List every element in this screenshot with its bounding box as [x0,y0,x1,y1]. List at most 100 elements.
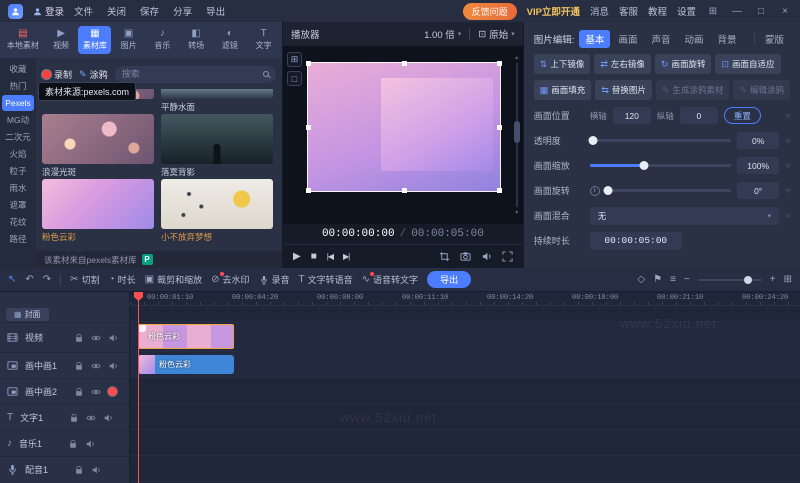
layout-icon[interactable]: ⊞ [706,6,720,17]
speed-select[interactable]: 1.00 倍 ▾ [424,27,461,41]
speech-to-text-button[interactable]: ∿语音转文字 [362,273,418,286]
music1-track-lane[interactable] [130,430,800,456]
messages-button[interactable]: 消息 [590,4,609,18]
track-header-pip1[interactable]: 画中画1 [0,352,129,378]
resize-handle[interactable] [306,125,311,130]
play-button[interactable]: ▶ [293,251,301,262]
resize-handle[interactable] [497,188,502,193]
lock-icon[interactable] [69,413,79,423]
resize-handle[interactable] [306,188,311,193]
track-header-voice1[interactable]: 配音1 [0,456,129,482]
opacity-value[interactable]: 0% [737,132,779,149]
keyframe-icon[interactable]: ◇ [637,274,645,285]
resize-handle[interactable] [306,61,311,66]
tab-picture[interactable]: 画面 [612,30,643,48]
cat-flame[interactable]: 火焰 [2,146,34,162]
track-header-text1[interactable]: T 文字1 [0,404,129,430]
lock-icon[interactable] [74,465,84,475]
stop-button[interactable]: ■ [311,251,317,262]
tab-music[interactable]: ♪音乐 [146,26,179,54]
keyframe-toggle-icon[interactable]: ○ [785,186,790,195]
search-box[interactable] [115,66,276,83]
text1-track-lane[interactable] [130,404,800,430]
duration-input[interactable]: 00:00:05:00 [590,232,682,250]
clip-pink-clouds-pip[interactable]: 粉色云彩 [138,355,234,374]
thumbnail-pink-clouds[interactable] [42,179,154,229]
export-button[interactable]: 导出 [427,271,471,288]
search-input[interactable] [122,69,259,79]
feedback-button[interactable]: 反馈问题 [463,3,517,20]
duration-button[interactable]: ◔时长 [109,273,136,286]
zoom-in-icon[interactable]: + [770,274,776,285]
position-y-input[interactable] [680,107,718,124]
eye-icon[interactable] [91,333,101,343]
tab-basic[interactable]: 基本 [579,30,610,48]
timeline-tracks-area[interactable]: 00:00:01:10 00:00:04:20 00:00:08:00 00:0… [130,292,800,483]
mixer-icon[interactable]: ≡ [670,274,676,285]
thumbnail[interactable] [161,89,273,99]
maximize-button[interactable]: □ [754,6,768,17]
scale-slider[interactable] [590,164,731,167]
slider-knob[interactable] [588,136,597,145]
scroll-down-icon[interactable]: ▾ [515,209,518,216]
record-audio-button[interactable]: 录音 [259,273,290,286]
pip1-track-lane[interactable]: 粉色云彩 [130,352,800,378]
next-frame-button[interactable]: ▶| [343,252,349,261]
login-button[interactable]: 登录 [33,4,64,18]
record-button[interactable]: 录制 [42,68,72,81]
tab-mask[interactable]: 蒙版 [759,30,790,48]
fill-frame-button[interactable]: ▦画面填充 [534,80,592,100]
edit-doodle-button[interactable]: ✎编辑涂鸦 [733,80,790,100]
lock-icon[interactable] [68,439,78,449]
generate-doodle-button[interactable]: ✎生成涂鸦素材 [656,80,730,100]
cat-mask[interactable]: 遮罩 [2,197,34,213]
tab-local-media[interactable]: ▤本地素材 [2,26,44,54]
video-canvas[interactable] [307,62,501,192]
snapshot-icon[interactable] [460,251,471,262]
menu-save[interactable]: 保存 [140,4,159,18]
tab-text[interactable]: T文字 [247,26,280,54]
crop-zoom-button[interactable]: ▣裁剪和缩放 [145,273,202,286]
cat-particle[interactable]: 粒子 [2,163,34,179]
speaker-icon[interactable] [91,465,101,475]
resize-handle[interactable] [497,125,502,130]
resize-handle[interactable] [497,61,502,66]
cat-pattern[interactable]: 花纹 [2,214,34,230]
zoom-out-icon[interactable]: − [684,274,690,285]
support-button[interactable]: 客服 [619,4,638,18]
crop-icon[interactable] [439,251,450,262]
cat-favorites[interactable]: 收藏 [2,61,34,77]
opacity-slider[interactable] [590,139,731,142]
eye-icon[interactable] [91,387,101,397]
cover-button[interactable]: ▦封面 [6,308,49,321]
eye-icon[interactable] [86,413,96,423]
crop-tool-icon[interactable]: □ [287,71,302,86]
tab-filter[interactable]: ◐滤镜 [214,26,247,54]
tab-sound[interactable]: 声音 [645,30,676,48]
rotation-slider[interactable] [606,189,731,192]
volume-icon[interactable] [481,251,492,262]
speaker-icon[interactable] [108,333,118,343]
menu-file[interactable]: 文件 [74,4,93,18]
lock-icon[interactable] [74,387,84,397]
text-to-speech-button[interactable]: T文字转语音 [299,273,353,286]
rotate-button[interactable]: ↻画面旋转 [655,54,712,74]
lock-icon[interactable] [74,361,84,371]
tab-transition[interactable]: ◧转场 [180,26,213,54]
thumbnail[interactable] [161,114,273,164]
tab-animation[interactable]: 动画 [678,30,709,48]
thumbnail[interactable] [42,114,154,164]
slider-knob[interactable] [604,186,613,195]
zoom-knob[interactable] [744,276,752,284]
track-header-pip2[interactable]: 画中画2 [0,378,129,404]
cut-button[interactable]: ✂切割 [70,273,99,286]
position-x-input[interactable] [613,107,651,124]
blend-select[interactable]: 无 ▾ [590,207,779,225]
preview-area[interactable]: ⊞ □ ▴ ▾ [283,46,523,224]
menu-export[interactable]: 导出 [206,4,225,18]
keyframe-toggle-icon[interactable]: ○ [785,136,790,145]
marker-icon[interactable]: ⚑ [653,274,662,285]
cat-hot[interactable]: 热门 [2,78,34,94]
zoom-slider[interactable] [698,279,762,281]
thumbnail[interactable] [161,179,273,229]
